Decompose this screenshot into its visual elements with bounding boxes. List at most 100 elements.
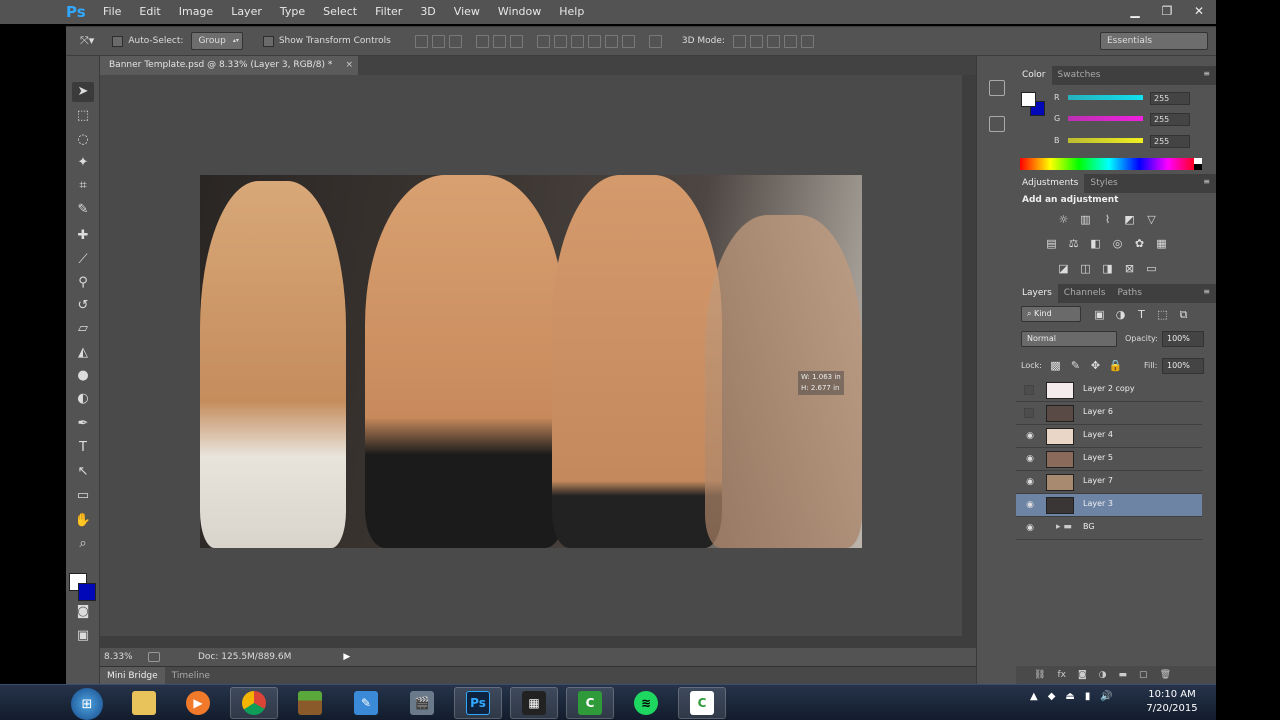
menu-image[interactable]: Image xyxy=(170,0,222,24)
layer-name[interactable]: Layer 2 copy xyxy=(1083,384,1135,393)
exposure-icon[interactable]: ◩ xyxy=(1122,212,1137,227)
brightness-icon[interactable]: ☼ xyxy=(1056,212,1071,227)
layer-filter-dropdown[interactable]: ⌕ Kind xyxy=(1021,306,1081,322)
green-slider[interactable]: G 255 xyxy=(1052,113,1212,127)
history-panel-icon[interactable] xyxy=(989,80,1005,96)
3d-drag-icon[interactable] xyxy=(766,34,780,48)
blue-value[interactable]: 255 xyxy=(1150,135,1190,148)
taskbar-notepad[interactable]: ✎ xyxy=(342,687,390,719)
blue-track[interactable] xyxy=(1068,138,1143,143)
tray-usb-icon[interactable]: ⏏ xyxy=(1065,691,1074,702)
fill-input[interactable]: 100% xyxy=(1162,358,1204,374)
new-group-icon[interactable]: ▬ xyxy=(1119,670,1128,680)
threshold-icon[interactable]: ◨ xyxy=(1100,261,1115,276)
screen-mode-icon[interactable]: ▣ xyxy=(72,626,94,646)
move-tool-icon[interactable]: ➤ xyxy=(72,82,94,102)
blue-slider[interactable]: B 255 xyxy=(1052,135,1212,149)
lock-transparency-icon[interactable]: ▩ xyxy=(1048,358,1063,373)
filter-pixel-icon[interactable]: ▣ xyxy=(1092,307,1107,322)
menu-3d[interactable]: 3D xyxy=(411,0,444,24)
color-spectrum-bar[interactable] xyxy=(1020,158,1198,170)
3d-roll-icon[interactable] xyxy=(749,34,763,48)
quick-mask-icon[interactable]: ◙ xyxy=(72,602,94,622)
zoom-tool-icon[interactable]: ⌕ xyxy=(72,534,94,554)
levels-icon[interactable]: ▥ xyxy=(1078,212,1093,227)
crop-tool-icon[interactable]: ⌗ xyxy=(72,176,94,196)
distribute-top-icon[interactable] xyxy=(536,34,550,48)
network-icon[interactable]: ▮ xyxy=(1085,691,1091,702)
taskbar-media-player[interactable]: ▶ xyxy=(174,687,222,719)
align-left-icon[interactable] xyxy=(475,34,489,48)
black-white-icon[interactable]: ◧ xyxy=(1088,236,1103,251)
background-color-swatch[interactable] xyxy=(78,583,96,601)
volume-icon[interactable]: 🔊 xyxy=(1100,691,1112,702)
type-tool-icon[interactable]: T xyxy=(72,438,94,458)
auto-select-checkbox[interactable] xyxy=(112,35,124,47)
show-transform-checkbox[interactable] xyxy=(262,35,274,47)
taskbar-movie-maker[interactable]: 🎬 xyxy=(398,687,446,719)
black-white-ramp[interactable] xyxy=(1194,158,1202,170)
layer-name[interactable]: Layer 4 xyxy=(1083,430,1113,439)
panel-menu-icon[interactable]: ≡ xyxy=(1203,177,1210,186)
align-middle-icon[interactable] xyxy=(431,34,445,48)
start-button[interactable]: ⊞ xyxy=(71,688,103,720)
red-value[interactable]: 255 xyxy=(1150,92,1190,105)
layer-row[interactable]: Layer 6 xyxy=(1016,402,1202,425)
lock-pixels-icon[interactable]: ✎ xyxy=(1068,358,1083,373)
align-right-icon[interactable] xyxy=(509,34,523,48)
layer-name[interactable]: Layer 7 xyxy=(1083,476,1113,485)
layer-name[interactable]: Layer 3 xyxy=(1083,499,1113,508)
3d-slide-icon[interactable] xyxy=(783,34,797,48)
blur-tool-icon[interactable]: ● xyxy=(72,366,94,386)
taskbar-camtasia-recorder[interactable]: C xyxy=(678,687,726,719)
taskbar-minecraft[interactable] xyxy=(286,687,334,719)
gradient-map-icon[interactable]: ▭ xyxy=(1144,261,1159,276)
taskbar-explorer[interactable] xyxy=(120,687,168,719)
brush-tool-icon[interactable]: ⟋ xyxy=(72,250,94,270)
3d-rotate-icon[interactable] xyxy=(732,34,746,48)
3d-scale-icon[interactable] xyxy=(800,34,814,48)
magic-wand-icon[interactable]: ✦ xyxy=(72,153,94,173)
tab-timeline[interactable]: Timeline xyxy=(165,667,217,685)
restore-icon[interactable]: ❐ xyxy=(1158,3,1176,19)
foreground-color-swatch[interactable] xyxy=(1021,92,1036,107)
marquee-tool-icon[interactable]: ⬚ xyxy=(72,106,94,126)
tray-app-icon[interactable]: ◆ xyxy=(1048,691,1056,702)
link-layers-icon[interactable]: ⛓ xyxy=(1034,670,1045,680)
tab-channels[interactable]: Channels xyxy=(1058,284,1112,303)
layer-name[interactable]: Layer 5 xyxy=(1083,453,1113,462)
delete-layer-icon[interactable]: 🗑 xyxy=(1160,670,1171,680)
green-value[interactable]: 255 xyxy=(1150,113,1190,126)
path-select-icon[interactable]: ↖ xyxy=(72,462,94,482)
taskbar-film-app[interactable]: ▦ xyxy=(510,687,558,719)
green-track[interactable] xyxy=(1068,116,1143,121)
lock-all-icon[interactable]: 🔒 xyxy=(1108,358,1123,373)
panel-menu-icon[interactable]: ≡ xyxy=(1203,287,1210,296)
lasso-tool-icon[interactable]: ◌ xyxy=(72,130,94,150)
layer-name[interactable]: BG xyxy=(1083,522,1095,531)
healing-brush-icon[interactable]: ✚ xyxy=(72,226,94,246)
tab-color[interactable]: Color xyxy=(1016,66,1052,85)
eye-icon[interactable]: ◉ xyxy=(1024,523,1036,533)
posterize-icon[interactable]: ◫ xyxy=(1078,261,1093,276)
workspace-dropdown[interactable]: Essentials xyxy=(1100,32,1208,50)
color-lookup-icon[interactable]: ▦ xyxy=(1154,236,1169,251)
layer-name[interactable]: Layer 6 xyxy=(1083,407,1113,416)
blend-mode-dropdown[interactable]: Normal xyxy=(1021,331,1117,347)
align-center-icon[interactable] xyxy=(492,34,506,48)
canvas-area[interactable]: W: 1.063 in H: 2.677 in xyxy=(100,75,976,648)
horizontal-scrollbar[interactable] xyxy=(100,636,976,648)
eye-icon[interactable]: ◉ xyxy=(1024,454,1036,464)
layer-style-icon[interactable]: fx xyxy=(1057,670,1066,680)
menu-layer[interactable]: Layer xyxy=(222,0,271,24)
close-icon[interactable]: ✕ xyxy=(1190,3,1208,19)
vertical-scrollbar[interactable] xyxy=(962,75,976,648)
eye-hidden-icon[interactable] xyxy=(1024,385,1034,395)
distribute-right-icon[interactable] xyxy=(621,34,635,48)
document-tab[interactable]: Banner Template.psd @ 8.33% (Layer 3, RG… xyxy=(100,56,358,75)
eyedropper-icon[interactable]: ✎ xyxy=(72,200,94,220)
taskbar-spotify[interactable]: ≋ xyxy=(622,687,670,719)
selective-color-icon[interactable]: ⊠ xyxy=(1122,261,1137,276)
menu-filter[interactable]: Filter xyxy=(366,0,411,24)
filter-type-icon[interactable]: T xyxy=(1134,307,1149,322)
